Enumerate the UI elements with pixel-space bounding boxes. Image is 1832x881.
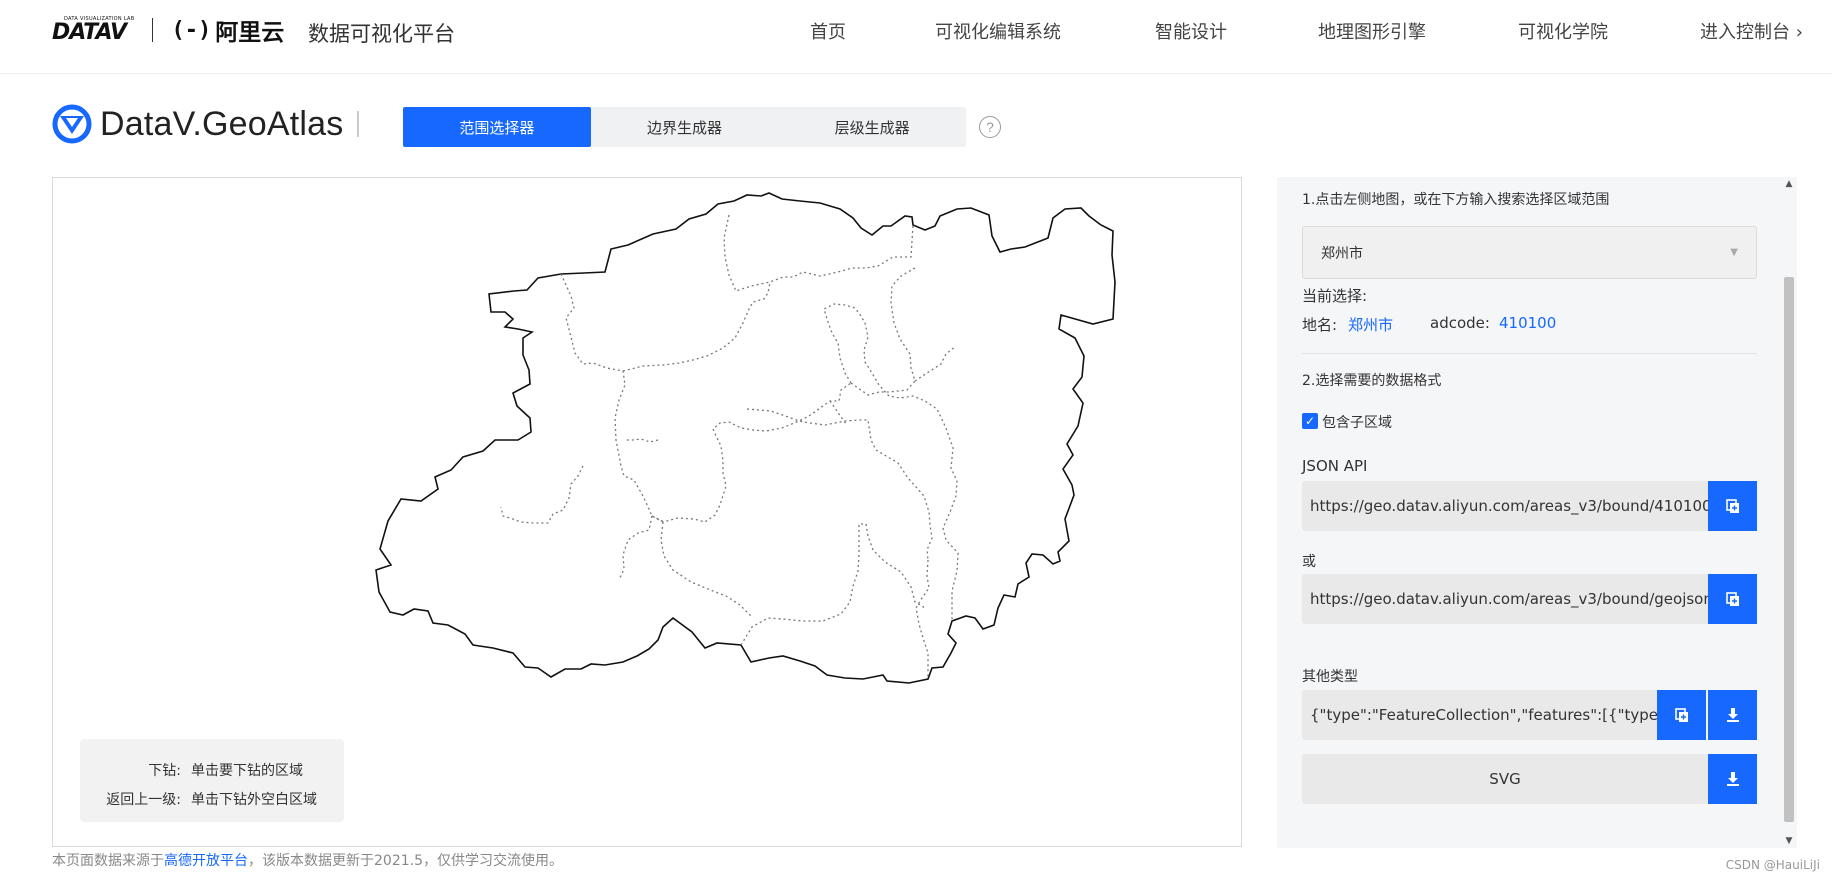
hint-key: 返回上一级: (106, 791, 181, 808)
current-selection-label: 当前选择: (1302, 287, 1368, 305)
geoatlas-title: DataV.GeoAtlas (52, 104, 360, 144)
geojson-url[interactable]: https://geo.datav.aliyun.com/areas_v3/bo… (1302, 574, 1708, 624)
region-select[interactable]: 郑州市 ▼ (1302, 226, 1757, 279)
hint-value: 单击要下钻的区域 (191, 762, 303, 779)
copy-icon (1725, 499, 1739, 513)
help-icon[interactable]: ? (979, 116, 1001, 138)
amap-link[interactable]: 高德开放平台 (164, 853, 248, 869)
tool-tabs: 范围选择器 边界生成器 层级生成器 (403, 107, 966, 147)
footnote-prefix: 本页面数据来源于 (52, 853, 164, 869)
hint-value: 单击下钻外空白区域 (191, 791, 317, 808)
scroll-up-arrow-icon[interactable]: ▲ (1782, 177, 1796, 191)
copy-geojson-button[interactable] (1708, 574, 1757, 624)
json-api-url[interactable]: https://geo.datav.aliyun.com/areas_v3/bo… (1302, 481, 1708, 531)
scroll-thumb[interactable] (1784, 277, 1794, 822)
map-panel[interactable]: 下钻: 单击要下钻的区域 返回上一级: 单击下钻外空白区域 (52, 177, 1242, 847)
step1-label: 1.点击左侧地图，或在下方输入搜索选择区域范围 (1302, 192, 1610, 208)
download-icon (1726, 772, 1739, 786)
nav-geo-engine[interactable]: 地理图形引擎 (1318, 18, 1426, 44)
map-hint-box: 下钻: 单击要下钻的区域 返回上一级: 单击下钻外空白区域 (80, 739, 344, 822)
city-boundary[interactable] (375, 192, 1116, 684)
other-types-label: 其他类型 (1302, 669, 1358, 685)
place-name-label: 地名: (1302, 316, 1338, 334)
app-name: DataV.GeoAtlas (100, 104, 344, 143)
tab-range-selector[interactable]: 范围选择器 (403, 107, 591, 147)
json-api-label: JSON API (1302, 457, 1368, 475)
copy-icon (1674, 708, 1688, 722)
geoatlas-logo-icon (52, 104, 92, 144)
footnote-suffix: ，该版本数据更新于2021.5，仅供学习交流使用。 (248, 853, 563, 869)
chevron-down-icon: ▼ (1730, 247, 1738, 258)
nav-editor[interactable]: 可视化编辑系统 (935, 18, 1061, 44)
copy-geojson-content-button[interactable] (1657, 690, 1706, 740)
download-geojson-button[interactable] (1708, 690, 1757, 740)
download-svg-button[interactable] (1708, 754, 1757, 804)
svg-field: SVG (1302, 754, 1757, 804)
nav-academy[interactable]: 可视化学院 (1518, 18, 1608, 44)
adcode-value: 410100 (1499, 314, 1557, 332)
adcode-label: adcode: (1430, 314, 1490, 332)
region-select-value: 郑州市 (1321, 245, 1363, 262)
district-borders (560, 214, 959, 679)
top-navbar: DATA VISUALIZATION LAB DATAV (-) 阿里云 数据可… (0, 0, 1832, 74)
or-label: 或 (1302, 554, 1316, 570)
nav-home[interactable]: 首页 (810, 18, 846, 44)
geojson-field: https://geo.datav.aliyun.com/areas_v3/bo… (1302, 574, 1757, 624)
include-subregion-checkbox[interactable]: ✓ (1302, 413, 1318, 429)
section-divider (1302, 353, 1757, 354)
main-nav: 首页 可视化编辑系统 智能设计 地理图形引擎 可视化学院 进入控制台 › (0, 18, 1832, 48)
include-subregion-label[interactable]: 包含子区域 (1322, 412, 1392, 432)
nav-smart-design[interactable]: 智能设计 (1155, 18, 1227, 44)
watermark: CSDN @HauiLiJi (1725, 858, 1820, 872)
options-panel: 1.点击左侧地图，或在下方输入搜索选择区域范围 郑州市 ▼ 当前选择: 地名: … (1277, 177, 1797, 848)
place-name-value: 郑州市 (1348, 316, 1394, 334)
other-types-field: {"type":"FeatureCollection","features":[… (1302, 690, 1757, 740)
json-api-field: https://geo.datav.aliyun.com/areas_v3/bo… (1302, 481, 1757, 531)
nav-console[interactable]: 进入控制台 › (1700, 18, 1803, 44)
step2-label: 2.选择需要的数据格式 (1302, 373, 1442, 389)
geojson-content[interactable]: {"type":"FeatureCollection","features":[… (1302, 690, 1657, 740)
panel-scrollbar[interactable]: ▲ ▼ (1782, 177, 1796, 848)
title-divider (357, 111, 360, 137)
svg-label: SVG (1302, 754, 1708, 804)
hint-drilldown: 下钻: 单击要下钻的区域 (80, 755, 344, 784)
district-border-west (500, 465, 584, 524)
copy-icon (1725, 592, 1739, 606)
download-icon (1726, 708, 1739, 722)
hint-key: 下钻: (148, 762, 181, 779)
data-source-note: 本页面数据来源于高德开放平台，该版本数据更新于2021.5，仅供学习交流使用。 (52, 850, 563, 870)
hint-go-up: 返回上一级: 单击下钻外空白区域 (80, 784, 344, 813)
tab-level-generator[interactable]: 层级生成器 (778, 107, 966, 147)
scroll-down-arrow-icon[interactable]: ▼ (1782, 834, 1796, 848)
copy-json-api-button[interactable] (1708, 481, 1757, 531)
tab-boundary-generator[interactable]: 边界生成器 (591, 107, 779, 147)
